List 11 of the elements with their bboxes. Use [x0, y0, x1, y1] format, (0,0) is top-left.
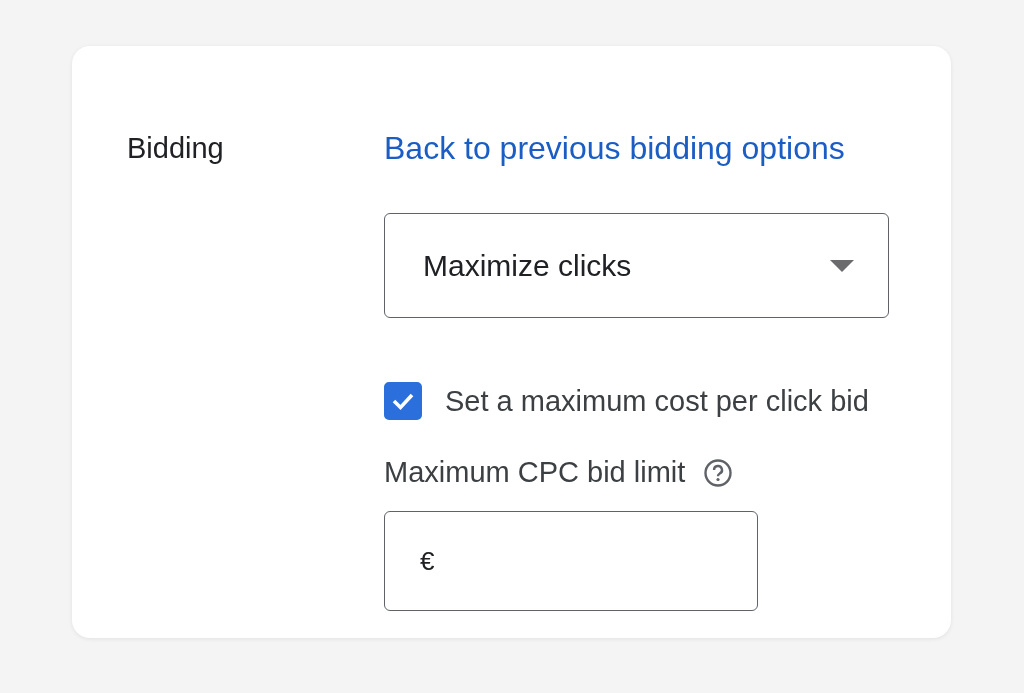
- section-title: Bidding: [127, 131, 224, 166]
- bid-input-field[interactable]: €: [384, 511, 758, 611]
- field-label: Maximum CPC bid limit: [384, 456, 686, 489]
- strategy-dropdown[interactable]: Maximize clicks: [384, 213, 889, 318]
- help-icon[interactable]: [703, 457, 734, 488]
- currency-symbol: €: [420, 545, 435, 577]
- caret-icon: [830, 259, 854, 272]
- dropdown-value: Maximize clicks: [423, 248, 632, 283]
- checkbox-label: Set a maximum cost per click bid: [445, 384, 869, 418]
- back-link[interactable]: Back to previous bidding options: [384, 130, 845, 166]
- checkbox[interactable]: [384, 382, 422, 420]
